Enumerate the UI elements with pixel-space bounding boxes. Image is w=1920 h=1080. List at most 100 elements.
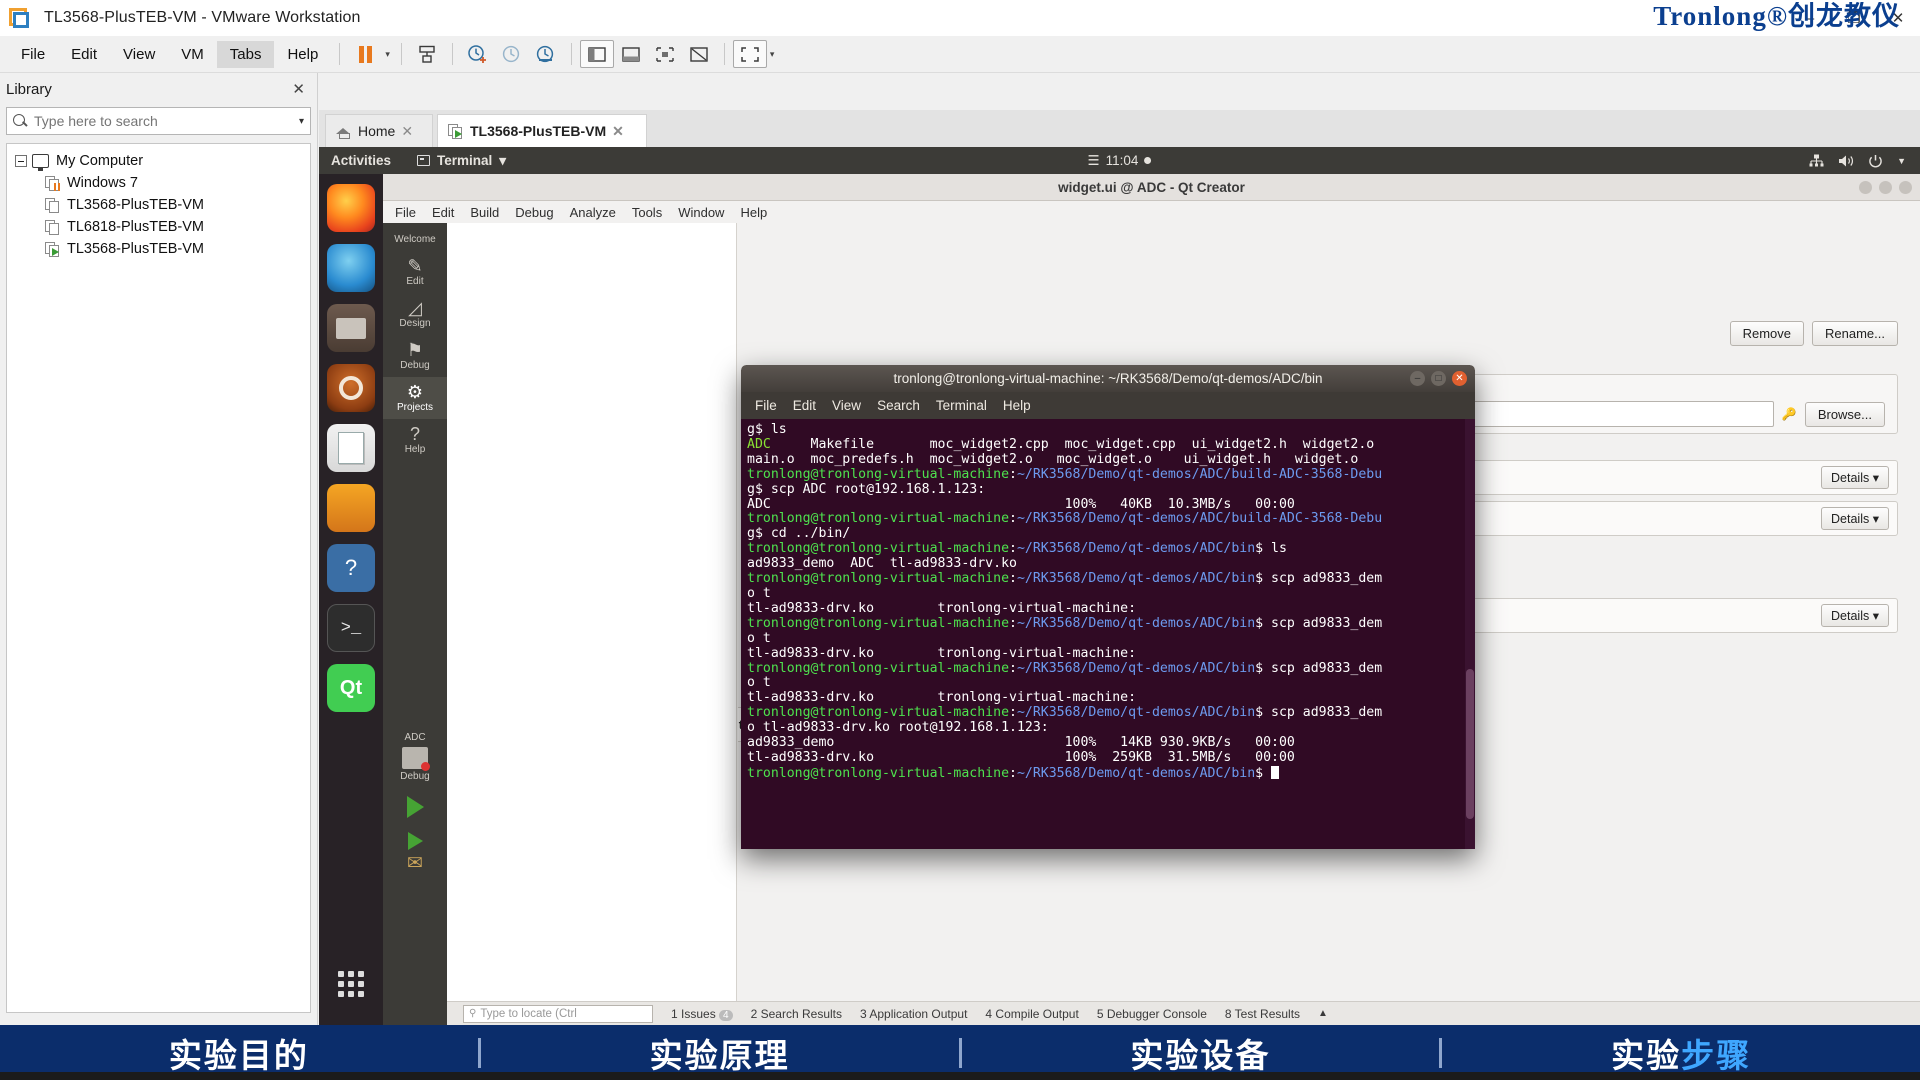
banner-item-purpose[interactable]: 实验目的 (0, 1029, 478, 1077)
status-application-output[interactable]: 3 Application Output (860, 1007, 967, 1021)
debug-run-button-icon[interactable] (407, 832, 423, 850)
system-tray[interactable]: ▼ (1809, 154, 1906, 168)
manage-snapshots-button[interactable] (410, 40, 444, 68)
project-settings-list[interactable] (447, 223, 737, 1025)
show-applications-icon[interactable] (338, 971, 364, 997)
collapse-toggle-icon[interactable] (15, 155, 27, 167)
status-issues[interactable]: 1 Issues 4 (671, 1007, 733, 1021)
snapshot-menu-button[interactable] (529, 40, 563, 68)
qt-menu-help[interactable]: Help (740, 205, 767, 220)
menu-file[interactable]: File (8, 41, 58, 68)
terminal-menu-file[interactable]: File (755, 398, 777, 413)
library-search-box[interactable]: ▾ (6, 107, 311, 135)
banner-item-principle[interactable]: 实验原理 (481, 1029, 959, 1077)
show-library-button[interactable] (579, 40, 614, 68)
browse-button[interactable]: Browse... (1804, 401, 1885, 427)
status-compile-output[interactable]: 4 Compile Output (985, 1007, 1078, 1021)
qtcreator-window-controls[interactable] (1859, 180, 1912, 194)
status-test-results[interactable]: 8 Test Results (1225, 1007, 1300, 1021)
help-launcher[interactable]: ? (327, 544, 375, 592)
terminal-menu-view[interactable]: View (832, 398, 861, 413)
files-launcher[interactable] (327, 304, 375, 352)
thunderbird-launcher[interactable] (327, 244, 375, 292)
clock-area[interactable]: ☰ 11:04 (1088, 153, 1152, 169)
qtcreator-launcher[interactable]: Qt (327, 664, 375, 712)
mode-design[interactable]: ◿ Design (383, 293, 447, 335)
unity-mode-button[interactable] (682, 40, 716, 68)
writer-launcher[interactable] (327, 424, 375, 472)
fullscreen-button[interactable] (732, 40, 767, 68)
fullscreen-dropdown-caret-icon[interactable]: ▾ (770, 49, 775, 60)
menu-edit[interactable]: Edit (58, 41, 110, 68)
qt-menu-analyze[interactable]: Analyze (570, 205, 616, 220)
kit-selector[interactable]: ADC Debug ✉ (383, 732, 447, 875)
tab-home[interactable]: Home ✕ (325, 114, 433, 147)
qt-menu-window[interactable]: Window (678, 205, 724, 220)
details-button[interactable]: Details ▾ (1821, 604, 1889, 627)
menu-view[interactable]: View (110, 41, 168, 68)
locator-input[interactable]: ⚲ Type to locate (Ctrl (463, 1004, 653, 1023)
qt-menu-tools[interactable]: Tools (632, 205, 662, 220)
suspend-button[interactable] (348, 40, 382, 68)
terminal-menu-terminal[interactable]: Terminal (936, 398, 987, 413)
maximize-button[interactable] (1879, 180, 1892, 194)
details-button[interactable]: Details ▾ (1821, 466, 1889, 489)
library-tree[interactable]: My Computer Windows 7 TL3568-PlusTEB-VM (6, 143, 311, 1013)
status-search-results[interactable]: 2 Search Results (751, 1007, 842, 1021)
details-button[interactable]: Details ▾ (1821, 507, 1889, 530)
search-input[interactable] (34, 113, 299, 129)
mode-edit[interactable]: ✎ Edit (383, 251, 447, 293)
chevron-down-icon[interactable]: ▼ (1897, 156, 1906, 166)
tree-item-tl3568-plusteb-vm-1[interactable]: TL3568-PlusTEB-VM (7, 194, 310, 216)
firefox-launcher[interactable] (327, 184, 375, 232)
suspend-dropdown-caret-icon[interactable]: ▾ (385, 49, 390, 60)
app-menu-terminal[interactable]: Terminal ▾ (417, 153, 506, 169)
chevron-down-icon[interactable]: ▾ (299, 116, 304, 127)
menu-tabs[interactable]: Tabs (216, 40, 275, 68)
mode-help[interactable]: ? Help (383, 419, 447, 461)
rhythmbox-launcher[interactable] (327, 364, 375, 412)
activities-button[interactable]: Activities (331, 153, 391, 168)
terminal-output[interactable]: g$ ls ADC Makefile moc_widget2.cpp moc_wi… (741, 419, 1475, 849)
tab-close-icon[interactable]: ✕ (401, 123, 413, 140)
mode-welcome[interactable]: Welcome (383, 229, 447, 251)
minimize-button[interactable] (1859, 180, 1872, 194)
close-button[interactable]: ✕ (1452, 371, 1467, 386)
console-view-button[interactable] (648, 40, 682, 68)
terminal-window-controls[interactable]: – □ ✕ (1410, 371, 1467, 386)
close-button[interactable] (1899, 180, 1912, 194)
chevron-up-icon[interactable]: ▲ (1318, 1008, 1328, 1019)
gnome-terminal-window[interactable]: tronlong@tronlong-virtual-machine: ~/RK3… (741, 365, 1475, 849)
build-button-icon[interactable]: ✉ (383, 852, 447, 875)
terminal-scrollbar[interactable] (1465, 419, 1475, 849)
software-launcher[interactable] (327, 484, 375, 532)
mode-projects[interactable]: ⚙ Projects (383, 377, 447, 419)
terminal-menu-search[interactable]: Search (877, 398, 920, 413)
terminal-launcher[interactable]: >_ (327, 604, 375, 652)
tree-item-tl3568-plusteb-vm-2[interactable]: TL3568-PlusTEB-VM (7, 238, 310, 260)
tab-tl3568-plusteb-vm[interactable]: TL3568-PlusTEB-VM ✕ (437, 114, 647, 147)
mode-debug[interactable]: ⚑ Debug (383, 335, 447, 377)
terminal-menu-edit[interactable]: Edit (793, 398, 816, 413)
minimize-button[interactable]: – (1410, 371, 1425, 386)
tree-item-tl6818-plusteb-vm[interactable]: TL6818-PlusTEB-VM (7, 216, 310, 238)
qt-menu-debug[interactable]: Debug (515, 205, 553, 220)
show-thumbnails-button[interactable] (614, 40, 648, 68)
tree-item-windows-7[interactable]: Windows 7 (7, 172, 310, 194)
menu-vm[interactable]: VM (168, 41, 217, 68)
terminal-menu-help[interactable]: Help (1003, 398, 1031, 413)
remove-button[interactable]: Remove (1729, 321, 1805, 346)
banner-item-steps[interactable]: 实验步骤 (1442, 1029, 1920, 1077)
take-snapshot-button[interactable] (461, 40, 495, 68)
tree-item-my-computer[interactable]: My Computer (7, 150, 310, 172)
qt-menu-edit[interactable]: Edit (432, 205, 454, 220)
status-debugger-console[interactable]: 5 Debugger Console (1097, 1007, 1207, 1021)
run-button-icon[interactable] (406, 796, 424, 818)
rename-button[interactable]: Rename... (1812, 321, 1898, 346)
qt-menu-build[interactable]: Build (470, 205, 499, 220)
revert-snapshot-button[interactable] (495, 40, 529, 68)
qt-menu-file[interactable]: File (395, 205, 416, 220)
maximize-button[interactable]: □ (1431, 371, 1446, 386)
library-close-icon[interactable]: ✕ (286, 80, 311, 98)
menu-help[interactable]: Help (274, 41, 331, 68)
